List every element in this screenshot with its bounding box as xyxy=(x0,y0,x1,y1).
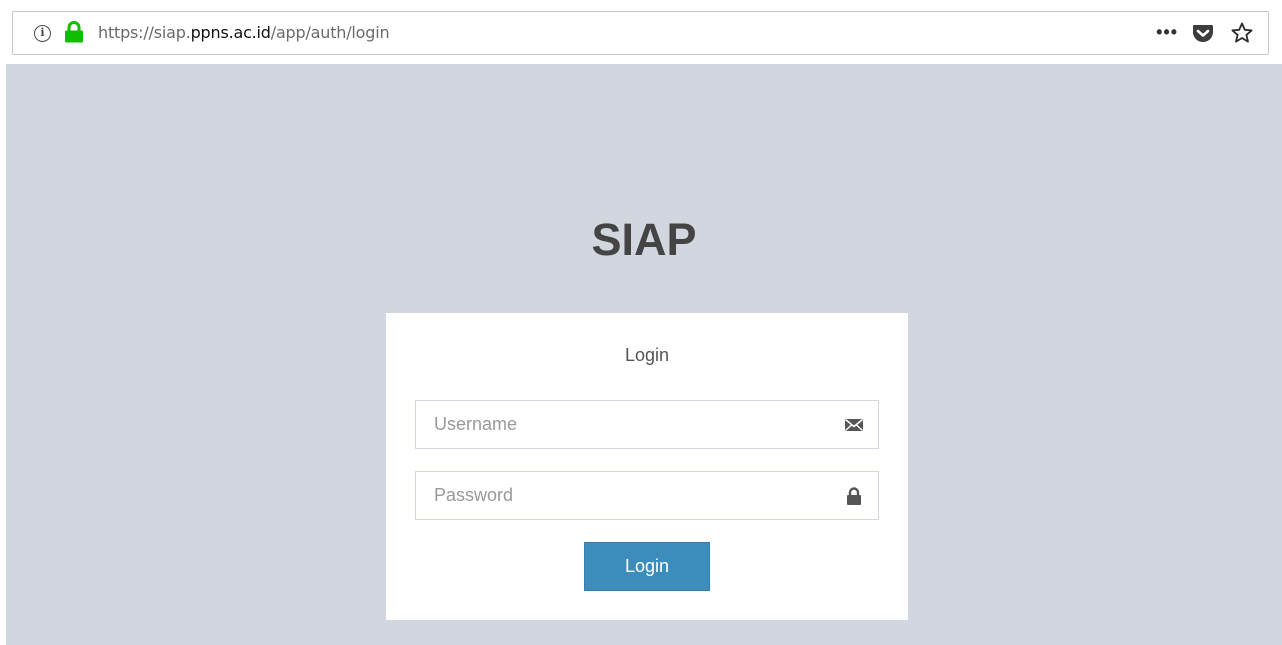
login-page: SIAP Login Login xyxy=(6,64,1282,645)
url-suffix: /app/auth/login xyxy=(270,23,390,42)
password-input[interactable] xyxy=(416,472,878,519)
lock-icon[interactable] xyxy=(64,21,84,43)
login-box: Login Login xyxy=(386,313,908,620)
app-title: SIAP xyxy=(591,214,697,265)
browser-toolbar: i https://siap.ppns.ac.id/app/auth/login… xyxy=(0,0,1282,64)
info-icon[interactable]: i xyxy=(34,25,51,42)
address-bar[interactable]: i https://siap.ppns.ac.id/app/auth/login… xyxy=(12,11,1269,55)
url-domain: ppns.ac.id xyxy=(190,23,271,42)
url-prefix: https://siap. xyxy=(98,23,191,42)
username-input[interactable] xyxy=(416,401,878,448)
more-icon[interactable]: ••• xyxy=(1156,23,1178,41)
pocket-icon[interactable] xyxy=(1192,23,1214,43)
login-button[interactable]: Login xyxy=(584,542,710,591)
password-field-group xyxy=(415,471,879,520)
url-text[interactable]: https://siap.ppns.ac.id/app/auth/login xyxy=(98,23,390,42)
star-icon[interactable] xyxy=(1230,21,1254,45)
login-box-message: Login xyxy=(624,345,670,365)
username-field-group xyxy=(415,400,879,449)
envelope-icon xyxy=(844,418,864,432)
lock-icon xyxy=(847,487,861,505)
